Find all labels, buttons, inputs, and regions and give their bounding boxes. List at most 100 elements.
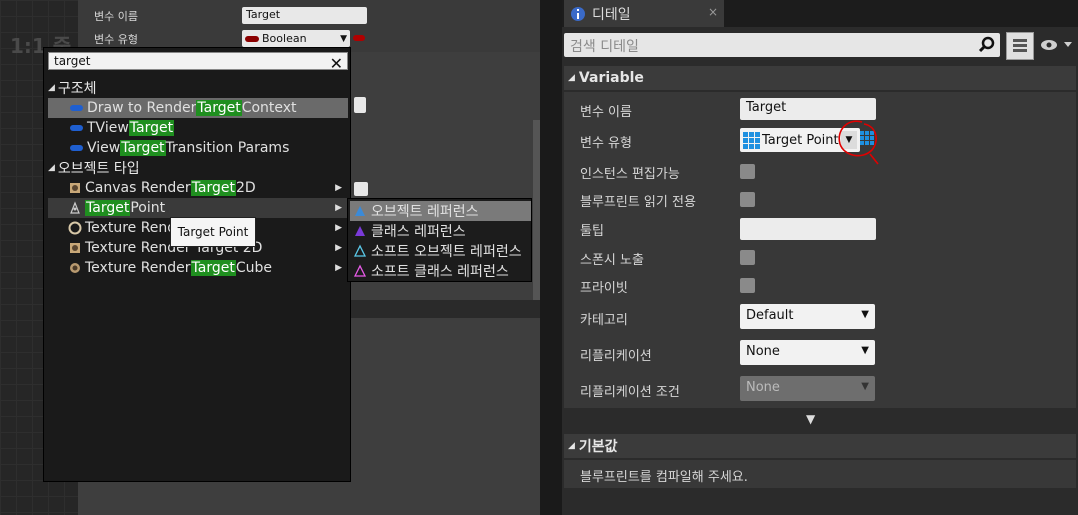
panel-divider[interactable] bbox=[540, 0, 562, 515]
texture-render-target-cube-icon bbox=[70, 263, 80, 273]
item-pre: Canvas Render bbox=[85, 180, 191, 196]
left-combo-stub[interactable] bbox=[354, 182, 368, 196]
target-point-tooltip: Target Point bbox=[170, 217, 256, 247]
reference-type-submenu: 오브젝트 레퍼런스 클래스 레퍼런스 소프트 오브젝트 레퍼런스 소프트 클래스… bbox=[347, 198, 532, 282]
submenu-arrow-icon: ▶ bbox=[335, 223, 342, 233]
left-field-stub[interactable] bbox=[354, 97, 366, 113]
struct-pin-icon bbox=[70, 105, 83, 111]
canvas-render-target-icon bbox=[70, 183, 80, 193]
search-icon[interactable] bbox=[978, 36, 996, 54]
object-grid-icon bbox=[743, 131, 760, 149]
container-type-icon[interactable] bbox=[353, 35, 365, 41]
chevron-down-icon: ▼ bbox=[861, 381, 869, 392]
left-var-name-field[interactable]: Target bbox=[242, 7, 367, 24]
submenu-label: 소프트 오브젝트 레퍼런스 bbox=[371, 244, 522, 260]
item-pre: Texture Render bbox=[85, 260, 191, 276]
grid-icon bbox=[1013, 39, 1027, 52]
details-icon bbox=[571, 6, 585, 21]
category-label: 오브젝트 타입 bbox=[57, 161, 140, 177]
left-var-type-combo[interactable]: Boolean ▼ bbox=[242, 30, 350, 47]
item-hl: Target bbox=[85, 200, 131, 216]
variable-section-header[interactable]: ◢ Variable bbox=[564, 66, 1076, 90]
details-search-placeholder: 검색 디테일 bbox=[570, 39, 639, 55]
submenu-arrow-icon: ▶ bbox=[335, 263, 342, 273]
default-value-section-header[interactable]: ◢ 기본값 bbox=[564, 434, 1076, 458]
soft-object-reference-icon bbox=[353, 244, 367, 257]
menu-item-draw-to-render-target-context[interactable]: Draw to Render Target Context bbox=[48, 98, 348, 118]
expose-on-spawn-label: 스폰시 노출 bbox=[580, 253, 644, 268]
item-post: Cube bbox=[235, 260, 273, 276]
item-post: Context bbox=[241, 100, 297, 116]
expose-on-spawn-checkbox[interactable] bbox=[740, 250, 755, 265]
variable-section-title: Variable bbox=[578, 70, 644, 86]
details-panel: 디테일 × 검색 디테일 ◢ Variable 변수 이름 Target 변수 … bbox=[562, 0, 1078, 515]
submenu-soft-class-reference[interactable]: 소프트 클래스 레퍼런스 bbox=[350, 261, 531, 281]
item-pre: Draw to Render bbox=[87, 100, 197, 116]
bp-readonly-label: 블루프린트 읽기 전용 bbox=[580, 195, 696, 210]
view-options-grid-button[interactable] bbox=[1006, 32, 1034, 60]
var-name-label: 변수 이름 bbox=[580, 105, 632, 120]
close-icon[interactable]: ✕ bbox=[330, 54, 343, 73]
category-structs[interactable]: ◢ 구조체 bbox=[48, 78, 348, 98]
tab-title: 디테일 bbox=[592, 6, 631, 23]
menu-item-canvas-render-target-2d[interactable]: Canvas Render Target 2D ▶ bbox=[48, 178, 348, 198]
submenu-soft-object-reference[interactable]: 소프트 오브젝트 레퍼런스 bbox=[350, 241, 531, 261]
var-type-label: 변수 유형 bbox=[580, 136, 632, 151]
category-object-types[interactable]: ◢ 오브젝트 타입 bbox=[48, 158, 348, 178]
replication-condition-label: 리플리케이션 조건 bbox=[580, 385, 680, 400]
item-hl: Target bbox=[190, 260, 236, 276]
item-pre: TView bbox=[87, 120, 129, 136]
tooltip-field[interactable] bbox=[740, 218, 876, 240]
chevron-down-icon: ▼ bbox=[340, 33, 347, 44]
item-hl: Target bbox=[196, 100, 242, 116]
item-pre: Texture Rend bbox=[85, 220, 177, 236]
details-search-input[interactable]: 검색 디테일 bbox=[564, 33, 1000, 57]
item-hl: Target bbox=[128, 120, 175, 136]
submenu-label: 소프트 클래스 레퍼런스 bbox=[371, 264, 509, 280]
tab-details[interactable]: 디테일 × bbox=[564, 0, 724, 27]
replication-combo[interactable]: None ▼ bbox=[740, 340, 875, 365]
replication-condition-value: None bbox=[746, 380, 780, 395]
visibility-eye-button[interactable] bbox=[1040, 38, 1074, 56]
tab-close-icon[interactable]: × bbox=[708, 5, 718, 19]
target-point-icon bbox=[70, 201, 80, 214]
instance-editable-checkbox[interactable] bbox=[740, 164, 755, 179]
advanced-expand-icon[interactable]: ▼ bbox=[806, 412, 815, 426]
tooltip-label: 툴팁 bbox=[580, 224, 604, 239]
item-hl: Target bbox=[120, 140, 166, 156]
annotation-circle-icon bbox=[838, 120, 879, 165]
item-post: Point bbox=[130, 200, 166, 216]
submenu-label: 오브젝트 레퍼런스 bbox=[371, 204, 479, 220]
menu-item-target-point[interactable]: Target Point ▶ bbox=[48, 198, 348, 218]
var-type-value: Target Point bbox=[762, 132, 839, 148]
editor-root: 1:1 줌 변수 이름 Target 변수 유형 Boolean ▼ targe… bbox=[0, 0, 1078, 515]
submenu-arrow-icon: ▶ bbox=[335, 203, 342, 213]
default-value-section-body: 블루프린트를 컴파일해 주세요. bbox=[564, 460, 1076, 488]
chevron-down-icon: ▼ bbox=[861, 345, 869, 356]
replication-value: None bbox=[746, 344, 780, 359]
category-combo[interactable]: Default ▼ bbox=[740, 304, 875, 329]
collapse-arrow-icon: ◢ bbox=[48, 83, 55, 93]
replication-label: 리플리케이션 bbox=[580, 349, 652, 364]
replication-condition-combo: None ▼ bbox=[740, 376, 875, 401]
bp-readonly-checkbox[interactable] bbox=[740, 192, 755, 207]
menu-item-texture-render-target-cube[interactable]: Texture Render Target Cube ▶ bbox=[48, 258, 348, 278]
submenu-arrow-icon: ▶ bbox=[335, 243, 342, 253]
menu-item-view-target-transition-params[interactable]: View Target Transition Params bbox=[48, 138, 348, 158]
collapse-arrow-icon: ◢ bbox=[568, 441, 575, 451]
item-pre: View bbox=[87, 140, 121, 156]
collapse-arrow-icon: ◢ bbox=[568, 73, 575, 83]
left-var-type-label: 변수 유형 bbox=[94, 33, 138, 46]
type-search-input[interactable]: target ✕ bbox=[48, 52, 348, 73]
submenu-class-reference[interactable]: 클래스 레퍼런스 bbox=[350, 221, 531, 241]
submenu-object-reference[interactable]: 오브젝트 레퍼런스 bbox=[350, 201, 531, 221]
item-post: 2D bbox=[236, 180, 256, 196]
menu-item-tview-target[interactable]: TView Target bbox=[48, 118, 348, 138]
category-value: Default bbox=[746, 308, 794, 323]
collapse-arrow-icon: ◢ bbox=[48, 163, 55, 173]
private-checkbox[interactable] bbox=[740, 278, 755, 293]
default-section-title: 기본값 bbox=[578, 439, 618, 455]
left-var-name-label: 변수 이름 bbox=[94, 10, 138, 23]
submenu-label: 클래스 레퍼런스 bbox=[371, 224, 466, 240]
left-side-bar bbox=[533, 120, 540, 300]
